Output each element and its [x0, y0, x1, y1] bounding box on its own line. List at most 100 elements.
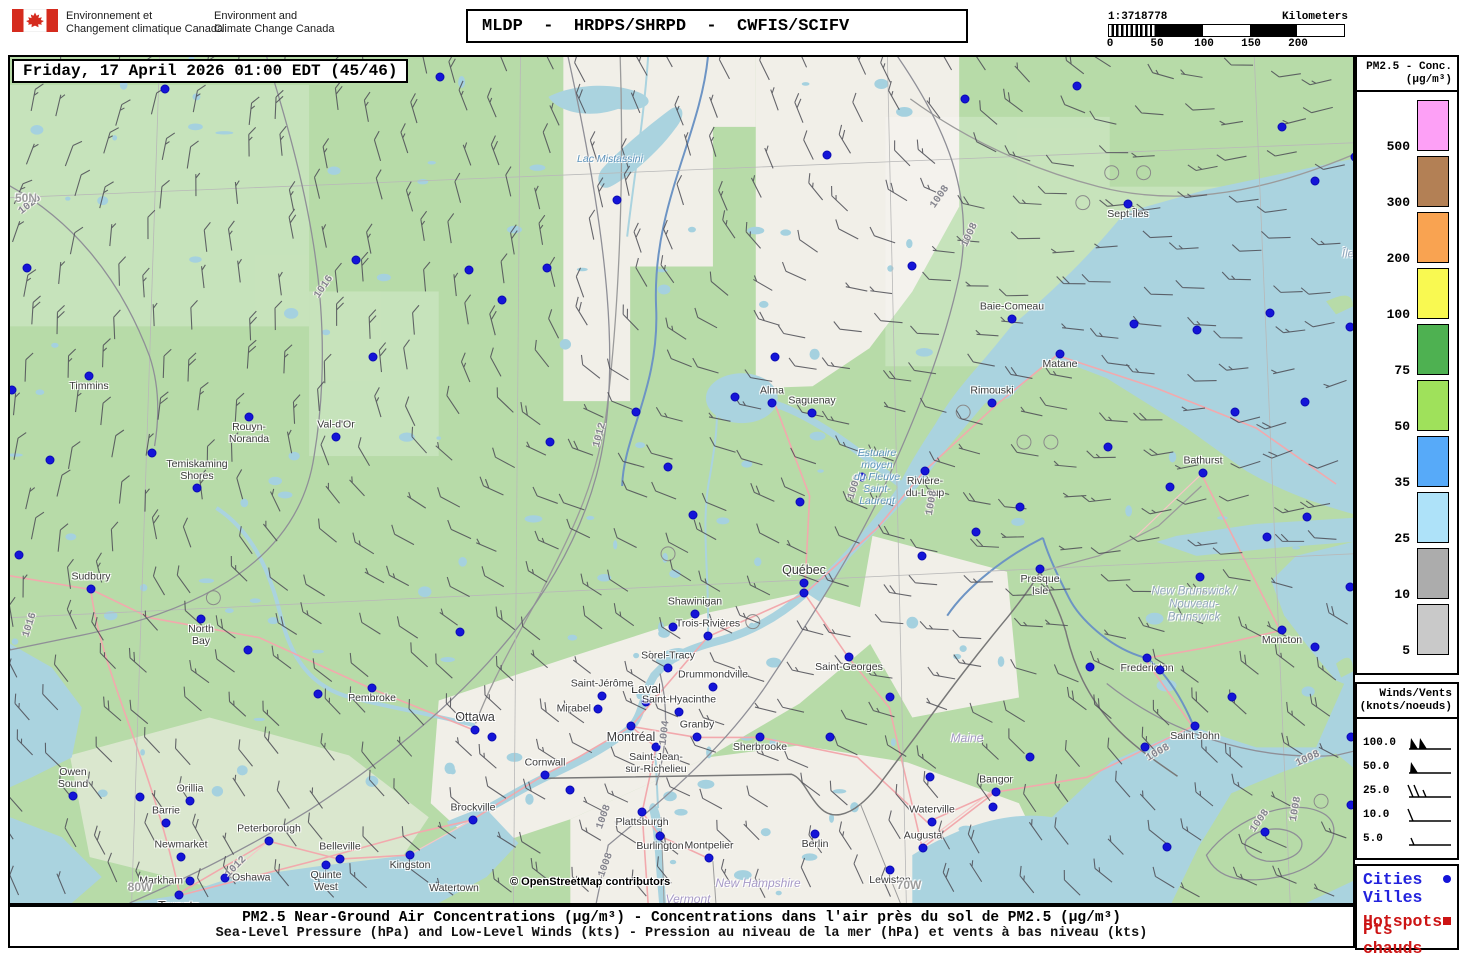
scale-tick: 100: [1194, 38, 1214, 50]
city-label: Timmins: [69, 380, 109, 392]
city-dot: [331, 432, 341, 442]
city-dot: [960, 94, 970, 104]
city-dot: [565, 785, 575, 795]
city-label: Kingston: [389, 859, 431, 871]
legend-item: 75: [1357, 324, 1457, 378]
city-label: Saint John: [1170, 730, 1220, 742]
city-label: Temiskaming Shores: [166, 458, 228, 482]
city-dot: [597, 691, 607, 701]
geo-label: New Brunswick / Nouveau- Brunswick: [1151, 585, 1237, 624]
city-dot: [767, 398, 777, 408]
wind-rows: 100.0 50.0 25.0 10.0 5.0: [1357, 731, 1457, 851]
city-label: Québec: [782, 563, 826, 577]
city-label: Waterville: [909, 803, 955, 816]
city-dot: [668, 622, 678, 632]
legend-value: 200: [1386, 251, 1410, 266]
caption-line1: PM2.5 Near-Ground Air Concentrations (µg…: [242, 910, 1121, 926]
city-label: Bathurst: [1183, 454, 1223, 467]
city-dot: [1103, 442, 1113, 452]
map-overlay-labels: Timmins Rouyn- Noranda Val-d'Or Temiskaming S…: [10, 57, 1353, 903]
scale-ratio: 1:3718778: [1108, 11, 1168, 23]
isobar-label: 1016: [311, 273, 337, 301]
city-dot: [243, 645, 253, 655]
hotspots-label-fr: Pts chauds: [1363, 920, 1423, 958]
legend-item: 35: [1357, 436, 1457, 490]
city-dot: [135, 792, 145, 802]
legend-swatch: [1417, 100, 1449, 151]
city-dot: [825, 732, 835, 742]
city-dot: [704, 853, 714, 863]
city-label: Baie-Comeau: [979, 300, 1045, 313]
page-header: Environnement et Changement climatique Ca…: [0, 0, 1460, 55]
scale-tick: 200: [1288, 38, 1308, 50]
city-dot: [540, 770, 550, 780]
city-dot: [822, 150, 832, 160]
city-dot: [1192, 325, 1202, 335]
scale-seg: [1156, 25, 1203, 36]
legend-value: 25: [1394, 531, 1410, 546]
city-dot: [1300, 397, 1310, 407]
city-label: Cornwall: [524, 756, 566, 769]
city-dot: [1198, 468, 1208, 478]
scale-seg: [1250, 25, 1297, 36]
legend-value: 75: [1394, 363, 1410, 378]
city-dot: [468, 815, 478, 825]
city-dot: [351, 255, 361, 265]
city-dot: [14, 550, 24, 560]
city-dot: [927, 817, 937, 827]
isobar-label: 1008: [1294, 748, 1322, 770]
wind-barb-icon: [1409, 738, 1451, 750]
city-label: Belleville: [319, 840, 361, 853]
city-dot: [464, 265, 474, 275]
city-dot: [885, 692, 895, 702]
city-dot: [1310, 176, 1320, 186]
city-dot: [497, 295, 507, 305]
city-label: Saint-Jérôme: [570, 677, 634, 690]
geo-label: 80W: [127, 880, 153, 894]
city-label: Sept-Îles: [1107, 208, 1149, 220]
timestamp-box: Friday, 17 April 2026 01:00 EDT (45/46): [12, 59, 409, 83]
city-dot: [1072, 81, 1082, 91]
cities-label-en: Cities: [1363, 869, 1423, 889]
isobar-label: 1012: [590, 421, 610, 449]
city-dot: [1230, 407, 1240, 417]
geo-label: 50N: [14, 191, 38, 205]
city-dot: [631, 407, 641, 417]
city-label: Val-d'Or: [317, 418, 355, 431]
city-dot: [147, 448, 157, 458]
city-dot: [10, 385, 17, 395]
city-dot: [703, 631, 713, 641]
scale-unit: Kilometers: [1281, 11, 1348, 23]
city-dot: [612, 195, 622, 205]
city-dot: [663, 663, 673, 673]
legend-swatch: [1417, 436, 1449, 487]
city-label: Saguenay: [788, 394, 836, 407]
city-dot: [335, 854, 345, 864]
city-label: Shawinigan: [667, 595, 723, 608]
city-dot: [192, 483, 202, 493]
city-label: Sorel-Tracy: [641, 649, 695, 662]
isobar-label: 1008: [959, 221, 981, 249]
city-dot: [487, 732, 497, 742]
city-label: Presque Isle: [1020, 573, 1060, 597]
wind-legend-row: 25.0: [1357, 779, 1457, 803]
city-label: Saint-Hyacinthe: [641, 693, 717, 706]
city-dot: [68, 791, 78, 801]
scale-seg-hatch: [1109, 25, 1156, 36]
city-dot: [1155, 665, 1165, 675]
city-dot: [542, 263, 552, 273]
city-dot: [22, 263, 32, 273]
scale-tick: 0: [1106, 38, 1114, 50]
city-label: Rimouski: [970, 384, 1014, 397]
product-title: MLDP - HRDPS/SHRPD - CWFIS/SCIFV: [466, 9, 968, 43]
city-dot: [799, 588, 809, 598]
scale-ticks: 0 50 100 150 200: [1106, 37, 1348, 50]
legend-swatch: [1417, 380, 1449, 431]
wind-speed-value: 100.0: [1363, 737, 1397, 749]
city-dot: [1025, 752, 1035, 762]
city-dot: [918, 843, 928, 853]
city-dot: [368, 352, 378, 362]
city-dot: [1162, 842, 1172, 852]
scale-seg: [1297, 25, 1344, 36]
city-label: Drummondville: [677, 668, 749, 681]
